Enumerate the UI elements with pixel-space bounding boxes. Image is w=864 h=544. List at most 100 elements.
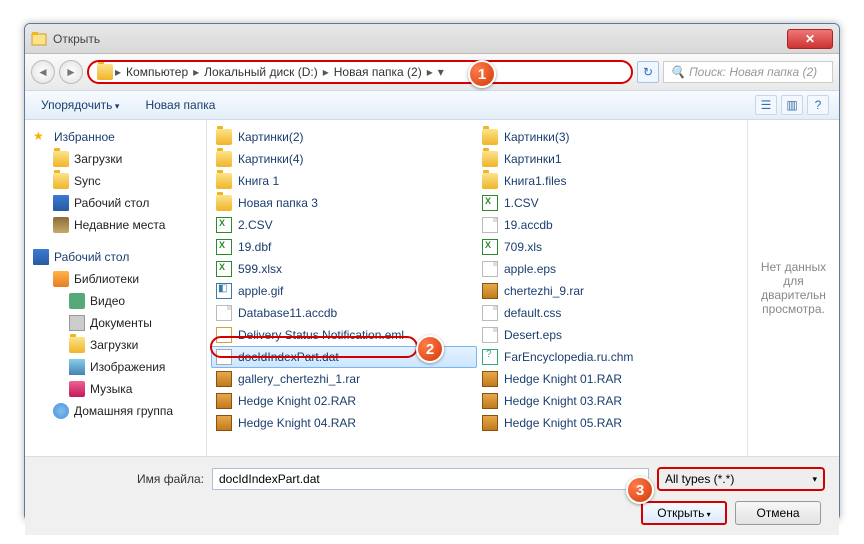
file-name: Hedge Knight 05.RAR [504,416,622,430]
file-item[interactable]: 599.xlsx [211,258,477,280]
sidebar-libraries[interactable]: Библиотеки [27,268,204,290]
file-item[interactable]: Desert.eps [477,324,743,346]
file-item[interactable]: Картинки(3) [477,126,743,148]
document-icon [69,315,85,331]
file-name: Hedge Knight 03.RAR [504,394,622,408]
sidebar-homegroup[interactable]: Домашняя группа [27,400,204,422]
video-icon [69,293,85,309]
file-item[interactable]: Книга1.files [477,170,743,192]
file-item[interactable]: FarEncyclopedia.ru.chm [477,346,743,368]
search-input[interactable]: 🔍 Поиск: Новая папка (2) [663,61,833,83]
file-item[interactable]: default.css [477,302,743,324]
file-item[interactable]: Картинки(2) [211,126,477,148]
file-item[interactable]: Hedge Knight 05.RAR [477,412,743,434]
file-name: 2.CSV [238,218,273,232]
file-item[interactable]: 2.CSV [211,214,477,236]
file-item[interactable]: Database11.accdb [211,302,477,324]
folder-icon [216,195,232,211]
crumb-computer[interactable]: Компьютер [123,65,191,79]
refresh-button[interactable]: ↻ [637,61,659,83]
crumb-folder[interactable]: Новая папка (2) [331,65,425,79]
file-item[interactable]: apple.gif [211,280,477,302]
back-button[interactable]: ◄ [31,60,55,84]
close-button[interactable]: ✕ [787,29,833,49]
rar-icon [216,415,232,431]
sidebar-desktop[interactable]: Рабочий стол [27,246,204,268]
file-list[interactable]: Картинки(2)Картинки(3)Картинки(4)Картинк… [207,120,747,456]
file-name: docIdIndexPart.dat [238,350,339,364]
new-folder-button[interactable]: Новая папка [139,96,221,114]
file-item[interactable]: 709.xls [477,236,743,258]
view-icons: ☰ ▥ ? [755,95,829,115]
view-list-icon[interactable]: ☰ [755,95,777,115]
file-name: Книга 1 [238,174,279,188]
file-name: FarEncyclopedia.ru.chm [504,350,633,364]
help-icon[interactable]: ? [807,95,829,115]
sidebar-item-desktop[interactable]: Рабочий стол [27,192,204,214]
file-item[interactable]: Картинки1 [477,148,743,170]
sidebar-item-sync[interactable]: Sync [27,170,204,192]
open-button[interactable]: Открыть [641,501,727,525]
folder-icon [53,173,69,189]
file-name: Новая папка 3 [238,196,318,210]
sidebar-item-images[interactable]: Изображения [27,356,204,378]
file-item[interactable]: Hedge Knight 04.RAR [211,412,477,434]
xls-icon [216,217,232,233]
preview-pane-icon[interactable]: ▥ [781,95,803,115]
breadcrumb[interactable]: ▸ Компьютер ▸ Локальный диск (D:) ▸ Нова… [87,60,633,84]
file-name: default.css [504,306,561,320]
sidebar-item-documents[interactable]: Документы [27,312,204,334]
chm-icon [482,349,498,365]
sidebar-item-video[interactable]: Видео [27,290,204,312]
file-name: Книга1.files [504,174,566,188]
file-item[interactable]: gallery_chertezhi_1.rar [211,368,477,390]
cancel-button[interactable]: Отмена [735,501,821,525]
folder-icon [482,173,498,189]
file-item[interactable]: apple.eps [477,258,743,280]
window-title: Открыть [53,32,787,46]
sidebar-favorites[interactable]: ★Избранное [27,126,204,148]
file-name: 709.xls [504,240,542,254]
filetype-dropdown[interactable]: All types (*.*) [657,467,825,491]
folder-icon [216,173,232,189]
sidebar-item-downloads2[interactable]: Загрузки [27,334,204,356]
filename-input[interactable] [212,468,649,490]
xls-icon [482,239,498,255]
file-item[interactable]: Новая папка 3 [211,192,477,214]
file-item[interactable]: Картинки(4) [211,148,477,170]
file-name: chertezhi_9.rar [504,284,584,298]
folder-icon [216,129,232,145]
file-name: Delivery Status Notification.eml [238,328,404,342]
sidebar-item-recent[interactable]: Недавние места [27,214,204,236]
breadcrumb-dropdown[interactable]: ▾ [435,65,447,79]
file-item[interactable]: Hedge Knight 01.RAR [477,368,743,390]
rar-icon [482,393,498,409]
file-item[interactable]: Hedge Knight 02.RAR [211,390,477,412]
file-icon [482,305,498,321]
sidebar-item-music[interactable]: Музыка [27,378,204,400]
titlebar: Открыть ✕ [25,24,839,54]
chevron-right-icon: ▸ [323,65,329,79]
crumb-drive[interactable]: Локальный диск (D:) [201,65,321,79]
search-placeholder: Поиск: Новая папка (2) [689,65,817,79]
file-icon [482,327,498,343]
file-item[interactable]: 19.accdb [477,214,743,236]
file-item[interactable]: Книга 1 [211,170,477,192]
sidebar-item-downloads[interactable]: Загрузки [27,148,204,170]
file-item[interactable]: chertezhi_9.rar [477,280,743,302]
star-icon: ★ [33,129,49,145]
file-item[interactable]: 19.dbf [211,236,477,258]
desktop-icon [33,249,49,265]
file-item[interactable]: Hedge Knight 03.RAR [477,390,743,412]
file-icon [216,305,232,321]
chevron-right-icon: ▸ [115,65,121,79]
organize-button[interactable]: Упорядочить [35,96,125,114]
rar-icon [482,371,498,387]
file-item[interactable]: 1.CSV [477,192,743,214]
forward-button[interactable]: ► [59,60,83,84]
file-name: apple.gif [238,284,283,298]
dat-icon [216,349,232,365]
file-name: Hedge Knight 04.RAR [238,416,356,430]
callout-3: 3 [626,476,654,504]
dialog-body: ★Избранное Загрузки Sync Рабочий стол Не… [25,120,839,456]
